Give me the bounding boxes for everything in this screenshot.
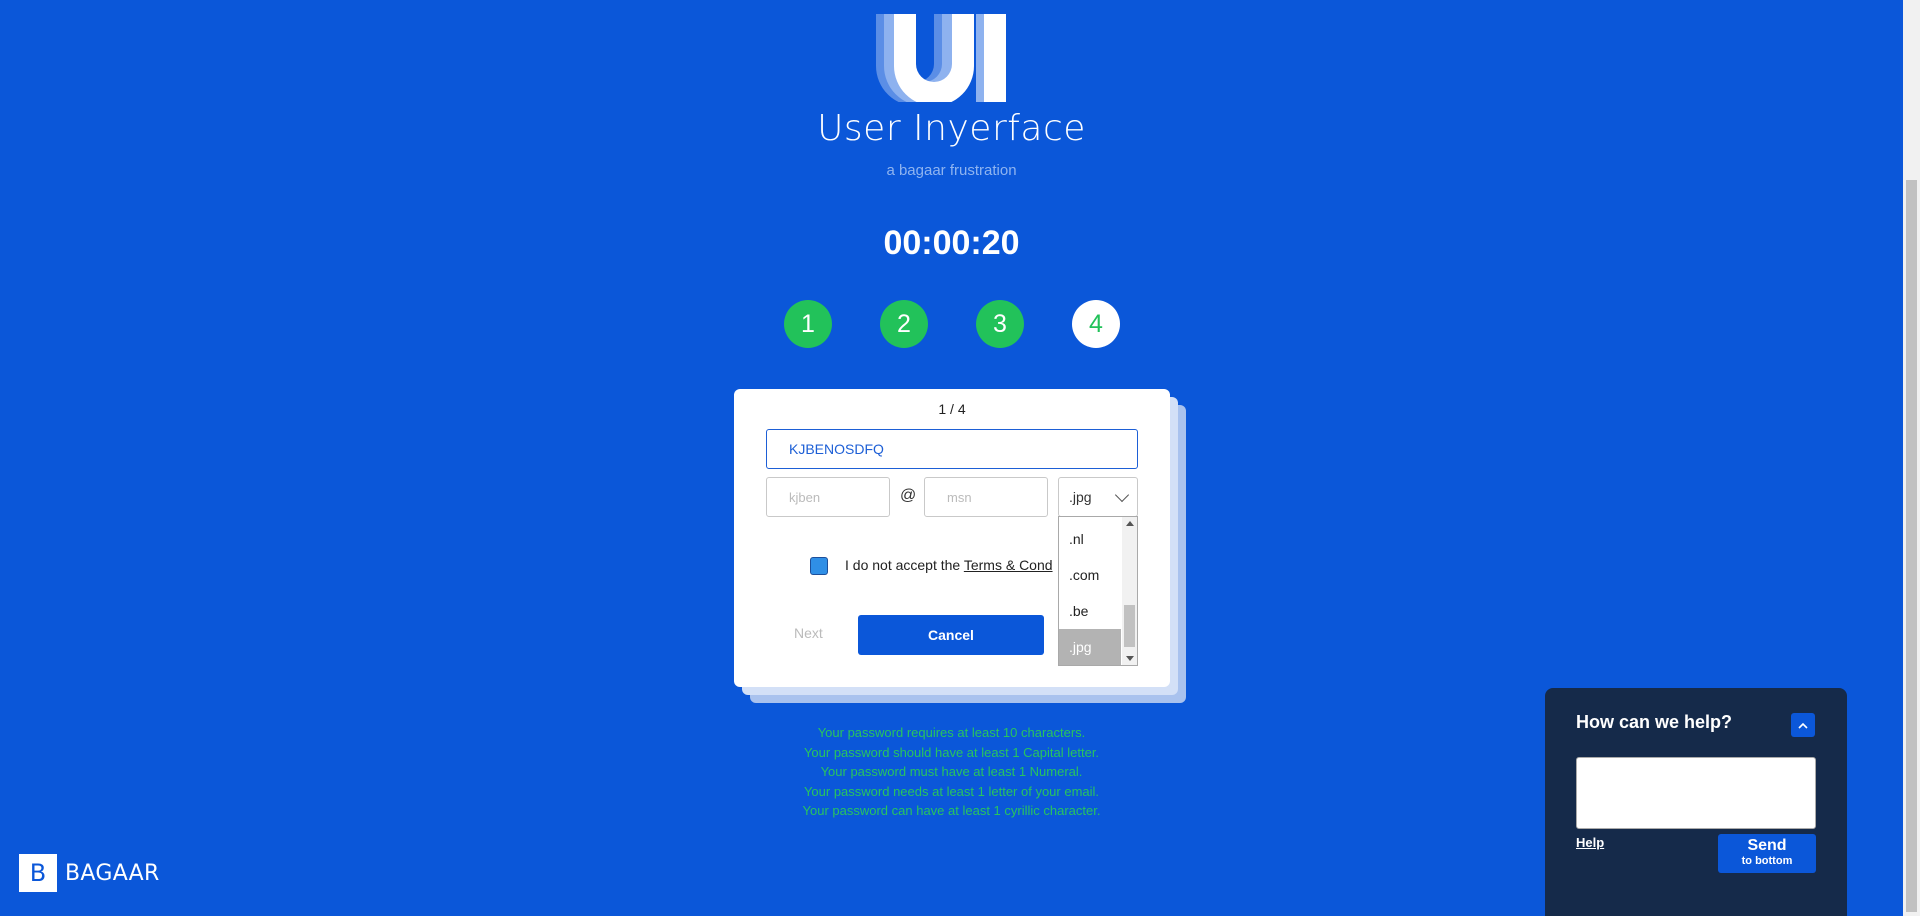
- help-title: How can we help?: [1576, 712, 1733, 732]
- cancel-button[interactable]: Cancel: [858, 615, 1044, 655]
- terms-link[interactable]: Terms & Cond: [964, 557, 1053, 573]
- page-scrollbar[interactable]: [1903, 0, 1920, 916]
- app-subtitle: a bagaar frustration: [886, 162, 1017, 179]
- scroll-up-icon[interactable]: [1126, 521, 1134, 526]
- tld-select-value: .jpg: [1069, 489, 1092, 505]
- step-1: 1: [784, 300, 832, 348]
- email-domain-input[interactable]: msn: [924, 477, 1048, 517]
- step-4: 4: [1072, 300, 1120, 348]
- bagaar-logo-box: B: [19, 854, 57, 892]
- chevron-up-icon: [1798, 722, 1808, 729]
- ui-logo-icon: [876, 14, 1006, 102]
- tld-select[interactable]: .jpg: [1058, 477, 1138, 517]
- password-input[interactable]: KJBENOSDFQ: [766, 429, 1138, 469]
- step-indicator: 1 2 3 4: [784, 300, 1120, 350]
- send-button-sublabel: to bottom: [1741, 855, 1793, 867]
- tld-option[interactable]: .com: [1059, 557, 1121, 593]
- help-widget: How can we help? Help Send to bottom: [1545, 688, 1847, 916]
- terms-prefix: I do not accept the: [845, 557, 964, 573]
- next-link[interactable]: Next: [794, 625, 823, 641]
- tld-option[interactable]: .be: [1059, 593, 1121, 629]
- timer: 00:00:20: [883, 224, 1020, 262]
- app-title: User Inyerface: [817, 108, 1086, 149]
- scroll-down-icon[interactable]: [1126, 656, 1134, 661]
- page-scrollbar-thumb[interactable]: [1906, 180, 1917, 912]
- terms-label: I do not accept the Terms & Cond: [845, 557, 1053, 573]
- terms-checkbox[interactable]: [810, 557, 828, 575]
- help-textarea[interactable]: [1576, 757, 1816, 829]
- help-link[interactable]: Help: [1576, 835, 1604, 850]
- dropdown-scrollbar-thumb[interactable]: [1124, 605, 1135, 647]
- step-3: 3: [976, 300, 1024, 348]
- tld-option-selected[interactable]: .jpg: [1059, 629, 1121, 665]
- bagaar-logo[interactable]: B BAGAAR: [19, 854, 160, 892]
- card-pager: 1 / 4: [938, 401, 966, 417]
- step-2: 2: [880, 300, 928, 348]
- tld-dropdown-list[interactable]: .nl .com .be .jpg: [1058, 516, 1138, 666]
- help-collapse-button[interactable]: [1791, 713, 1815, 737]
- bagaar-logo-word: BAGAAR: [65, 860, 160, 886]
- at-symbol: @: [900, 487, 917, 504]
- dropdown-scrollbar[interactable]: [1122, 517, 1137, 665]
- chevron-down-icon: [1114, 487, 1130, 503]
- send-button-label: Send: [1747, 837, 1787, 854]
- email-name-input[interactable]: kjben: [766, 477, 890, 517]
- tld-option[interactable]: .nl: [1059, 521, 1121, 557]
- send-button[interactable]: Send to bottom: [1718, 834, 1816, 873]
